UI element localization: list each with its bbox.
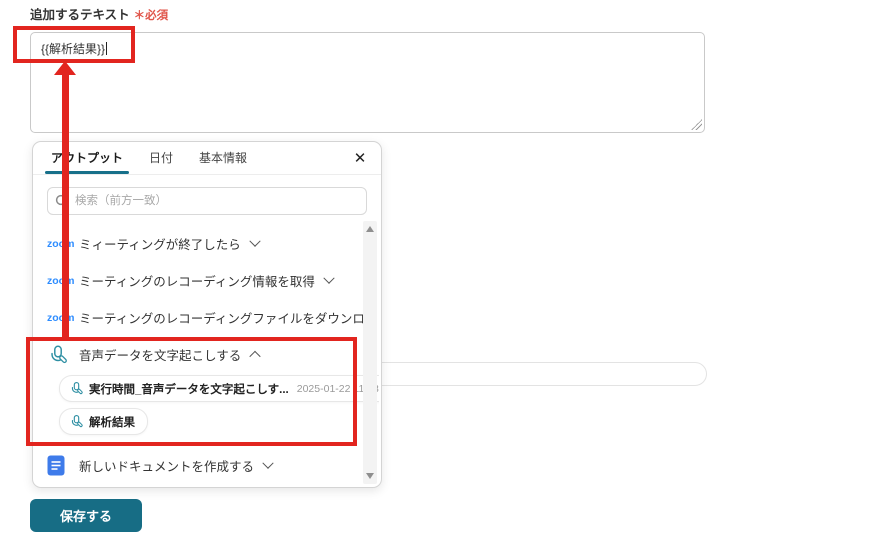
output-chip-analysis-result[interactable]: 解析結果 bbox=[59, 408, 148, 435]
text-caret bbox=[106, 42, 108, 55]
chevron-down-icon[interactable] bbox=[323, 272, 335, 284]
save-button[interactable]: 保存する bbox=[30, 499, 142, 532]
popup-scrollbar[interactable] bbox=[363, 221, 377, 484]
required-badge: ＊必須 bbox=[133, 10, 169, 22]
search-input[interactable] bbox=[47, 187, 367, 215]
text-input-area[interactable]: {{解析結果}} bbox=[30, 32, 705, 133]
microphone-pen-icon bbox=[71, 415, 83, 428]
list-item-transcribe-audio[interactable]: 音声データを文字起こしする bbox=[47, 336, 349, 373]
microphone-pen-icon bbox=[47, 344, 73, 366]
field-label: 追加するテキスト ＊必須 bbox=[30, 4, 168, 23]
resize-handle-icon[interactable] bbox=[691, 119, 702, 130]
microphone-pen-icon bbox=[71, 382, 83, 395]
output-picker-popup: アウトプット 日付 基本情報 ✕ zoom ミィーティングが終了したら zoom… bbox=[32, 141, 382, 488]
list-item-meeting-ended[interactable]: zoom ミィーティングが終了したら bbox=[47, 225, 349, 262]
tab-basic-info[interactable]: 基本情報 bbox=[197, 149, 249, 174]
zoom-logo-icon: zoom bbox=[47, 237, 75, 250]
list-item-get-recording-info[interactable]: zoom ミーティングのレコーディング情報を取得 bbox=[47, 262, 349, 299]
field-label-text: 追加するテキスト bbox=[30, 8, 130, 22]
close-icon[interactable]: ✕ bbox=[349, 148, 371, 170]
popup-tabs: アウトプット 日付 基本情報 ✕ bbox=[33, 142, 381, 175]
tab-output[interactable]: アウトプット bbox=[44, 149, 130, 174]
page: 追加するテキスト＊必須 {{解析結果}} アウトプット 日付 基本情報 ✕ zo… bbox=[0, 0, 883, 535]
list-item-download-recording[interactable]: zoom ミーティングのレコーディングファイルをダウンロード bbox=[47, 299, 379, 336]
scrollbar-up-icon[interactable] bbox=[366, 226, 374, 232]
chevron-up-icon[interactable] bbox=[249, 350, 261, 362]
chevron-down-icon[interactable] bbox=[262, 457, 274, 469]
output-list: zoom ミィーティングが終了したら zoom ミーティングのレコーディング情報… bbox=[33, 221, 379, 483]
search-icon bbox=[55, 194, 69, 208]
google-docs-icon bbox=[47, 455, 73, 476]
list-item-create-document[interactable]: 新しいドキュメントを作成する bbox=[47, 447, 349, 483]
scrollbar-down-icon[interactable] bbox=[366, 473, 374, 479]
textarea-value: {{解析結果}} bbox=[41, 42, 106, 56]
output-chip-execution-time[interactable]: 実行時間_音声データを文字起こしす... 2025-01-22 11:33 bbox=[59, 375, 379, 402]
zoom-logo-icon: zoom bbox=[47, 311, 75, 324]
zoom-logo-icon: zoom bbox=[47, 274, 75, 287]
tab-date[interactable]: 日付 bbox=[147, 149, 175, 174]
search-field bbox=[47, 187, 367, 215]
chevron-down-icon[interactable] bbox=[249, 235, 261, 247]
